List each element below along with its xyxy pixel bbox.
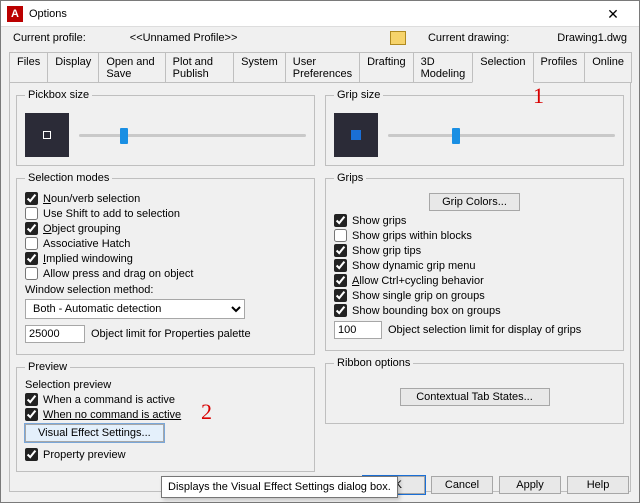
drawing-icon (390, 31, 406, 45)
object-limit-input[interactable] (25, 325, 85, 343)
tab-selection[interactable]: Selection (472, 52, 533, 83)
window-title: Options (29, 8, 67, 20)
selection-modes-legend: Selection modes (25, 172, 112, 184)
pickbox-preview (25, 113, 69, 157)
tab-files[interactable]: Files (9, 52, 48, 83)
show-single-grip-groups-checkbox[interactable]: Show single grip on groups (334, 289, 615, 302)
grip-size-legend: Grip size (334, 89, 383, 101)
ribbon-options-group: Ribbon options Contextual Tab States... (325, 357, 624, 424)
grips-display-limit-label: Object selection limit for display of gr… (388, 324, 581, 336)
tab-drafting[interactable]: Drafting (359, 52, 414, 83)
grip-size-slider[interactable] (388, 126, 615, 144)
options-dialog: A Options ✕ Current profile: <<Unnamed P… (0, 0, 640, 503)
show-dynamic-grip-menu-checkbox[interactable]: Show dynamic grip menu (334, 259, 615, 272)
preview-group: Preview Selection preview When a command… (16, 361, 315, 472)
profile-row: Current profile: <<Unnamed Profile>> Cur… (1, 27, 639, 49)
grip-size-group: Grip size (325, 89, 624, 166)
tab-profiles[interactable]: Profiles (533, 52, 586, 83)
pickbox-size-group: Pickbox size (16, 89, 315, 166)
current-drawing-value: Drawing1.dwg (557, 32, 627, 44)
grips-display-limit-input[interactable] (334, 321, 382, 339)
current-profile-value: <<Unnamed Profile>> (130, 32, 238, 44)
grips-group: Grips Grip Colors... Show grips Show gri… (325, 172, 624, 351)
object-grouping-checkbox[interactable]: Object grouping (25, 222, 306, 235)
ribbon-options-legend: Ribbon options (334, 357, 413, 369)
use-shift-checkbox[interactable]: Use Shift to add to selection (25, 207, 306, 220)
current-drawing-label: Current drawing: (428, 32, 509, 44)
show-grips-within-blocks-checkbox[interactable]: Show grips within blocks (334, 229, 615, 242)
preview-legend: Preview (25, 361, 70, 373)
property-preview-checkbox[interactable]: Property preview (25, 448, 306, 461)
tab-user-preferences[interactable]: User Preferences (285, 52, 360, 83)
grip-colors-button[interactable]: Grip Colors... (429, 193, 520, 211)
titlebar: A Options ✕ (1, 1, 639, 27)
tab-3d-modeling[interactable]: 3D Modeling (413, 52, 474, 83)
visual-effect-settings-button[interactable]: Visual Effect Settings... (25, 424, 164, 442)
implied-windowing-checkbox[interactable]: Implied windowing (25, 252, 306, 265)
close-icon[interactable]: ✕ (593, 7, 633, 21)
noun-verb-checkbox[interactable]: Noun/verb selection (25, 192, 306, 205)
window-selection-method-select[interactable]: Both - Automatic detection (25, 299, 245, 319)
cancel-button[interactable]: Cancel (431, 476, 493, 494)
help-button[interactable]: Help (567, 476, 629, 494)
tab-online[interactable]: Online (584, 52, 632, 83)
when-command-active-checkbox[interactable]: When a command is active (25, 393, 306, 406)
current-profile-label: Current profile: (13, 32, 86, 44)
tab-open-and-save[interactable]: Open and Save (98, 52, 165, 83)
app-icon: A (7, 6, 23, 22)
associative-hatch-checkbox[interactable]: Associative Hatch (25, 237, 306, 250)
window-selection-method-label: Window selection method: (25, 284, 153, 296)
tab-strip: FilesDisplayOpen and SavePlot and Publis… (9, 51, 631, 82)
contextual-tab-states-button[interactable]: Contextual Tab States... (400, 388, 550, 406)
apply-button[interactable]: Apply (499, 476, 561, 494)
grip-preview (334, 113, 378, 157)
pickbox-slider[interactable] (79, 126, 306, 144)
tab-system[interactable]: System (233, 52, 286, 83)
selection-modes-group: Selection modes Noun/verb selection Use … (16, 172, 315, 355)
allow-ctrl-cycling-checkbox[interactable]: Allow Ctrl+cycling behavior (334, 274, 615, 287)
show-bounding-box-groups-checkbox[interactable]: Show bounding box on groups (334, 304, 615, 317)
show-grip-tips-checkbox[interactable]: Show grip tips (334, 244, 615, 257)
object-limit-label: Object limit for Properties palette (91, 328, 251, 340)
tab-panel-selection: Pickbox size Selection modes Noun/verb s… (9, 82, 631, 492)
when-no-command-active-checkbox[interactable]: When no command is active (25, 408, 306, 421)
tab-plot-and-publish[interactable]: Plot and Publish (165, 52, 234, 83)
allow-press-drag-checkbox[interactable]: Allow press and drag on object (25, 267, 306, 280)
selection-preview-label: Selection preview (25, 379, 306, 391)
tab-display[interactable]: Display (47, 52, 99, 83)
pickbox-legend: Pickbox size (25, 89, 92, 101)
show-grips-checkbox[interactable]: Show grips (334, 214, 615, 227)
tooltip: Displays the Visual Effect Settings dial… (161, 476, 398, 498)
dialog-buttons: OK Cancel Apply Help (363, 476, 629, 494)
grips-legend: Grips (334, 172, 366, 184)
